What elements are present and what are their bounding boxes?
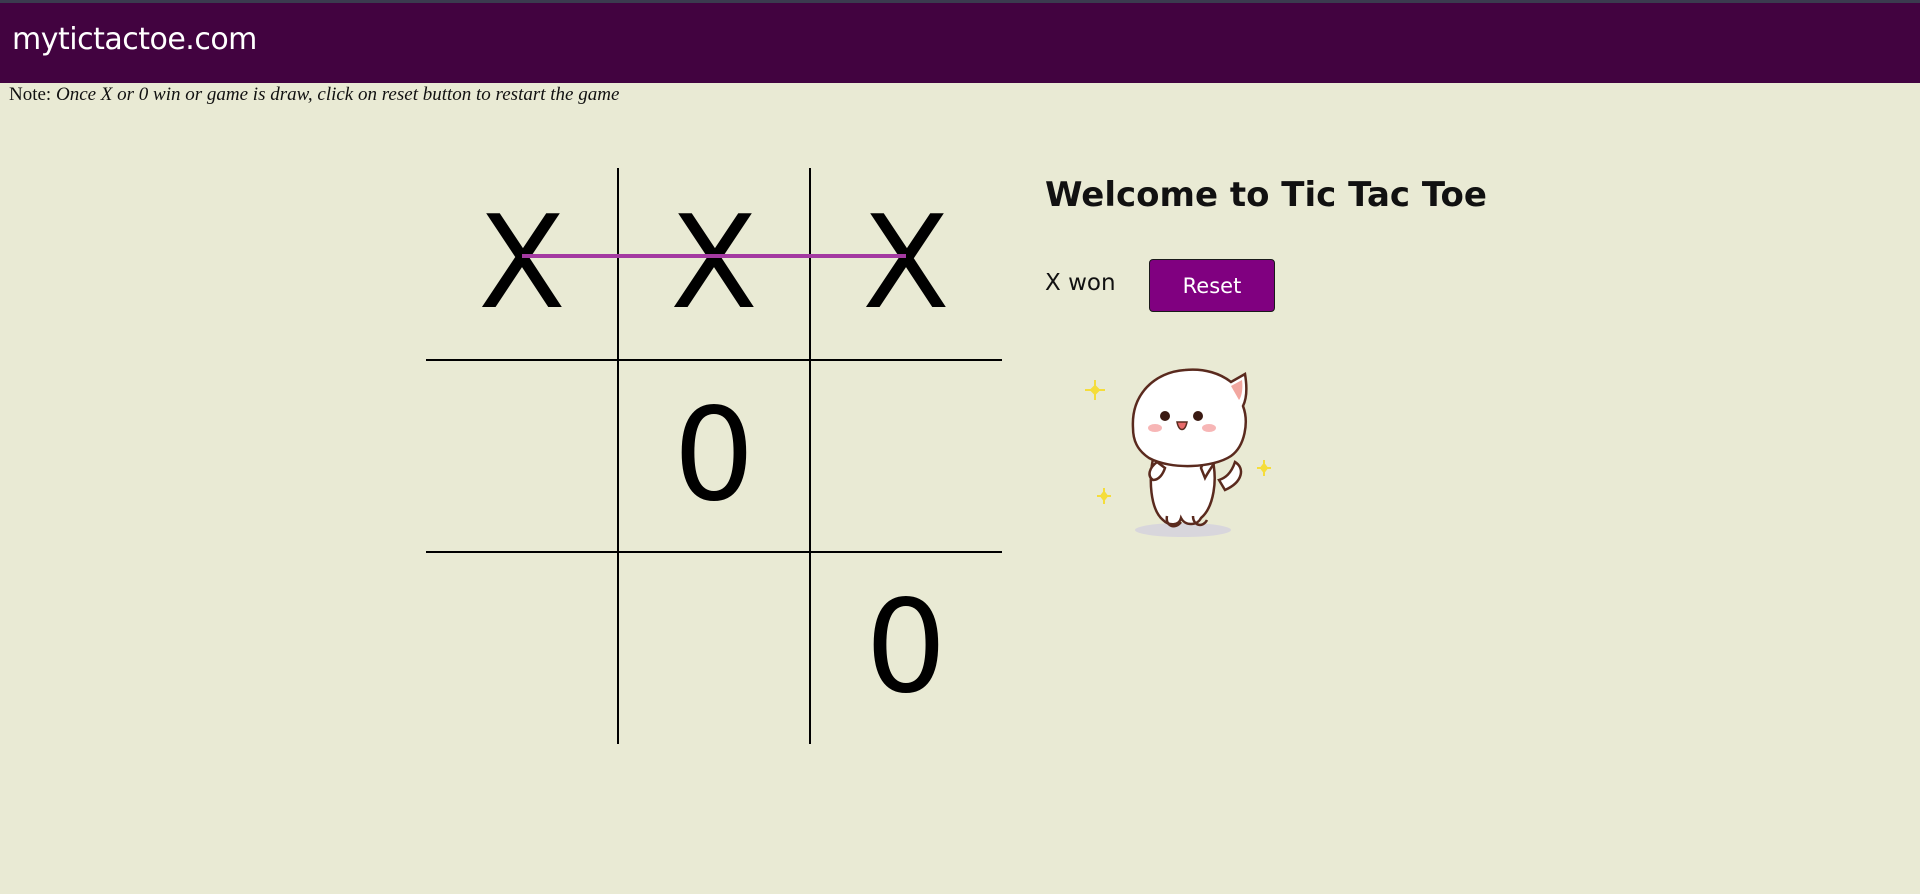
game-status-text: X won <box>1045 270 1116 296</box>
board-cell-5[interactable]: 0 <box>618 360 810 552</box>
board-cell-4[interactable] <box>426 360 618 552</box>
instruction-note: Note: Once X or 0 win or game is draw, c… <box>9 84 619 106</box>
top-navbar: mytictactoe.com <box>0 3 1920 83</box>
grid-line-horizontal-1 <box>426 359 1002 361</box>
grid-line-horizontal-2 <box>426 551 1002 553</box>
site-brand-link[interactable]: mytictactoe.com <box>12 22 257 57</box>
note-text: Once X or 0 win or game is draw, click o… <box>55 84 620 105</box>
note-prefix: Note: <box>9 84 52 105</box>
welcome-title: Welcome to Tic Tac Toe <box>1045 175 1487 215</box>
board-cell-8[interactable] <box>618 552 810 744</box>
game-board: X X X 0 0 <box>426 168 1002 744</box>
reset-button[interactable]: Reset <box>1149 259 1275 312</box>
board-cell-9[interactable]: 0 <box>810 552 1002 744</box>
board-cell-2[interactable]: X <box>618 168 810 360</box>
board-cell-7[interactable] <box>426 552 618 744</box>
board-cell-1[interactable]: X <box>426 168 618 360</box>
board-cell-3[interactable]: X <box>810 168 1002 360</box>
board-cell-6[interactable] <box>810 360 1002 552</box>
dancing-cat-sticker-icon <box>1085 350 1275 540</box>
winning-strike-line <box>522 254 906 258</box>
